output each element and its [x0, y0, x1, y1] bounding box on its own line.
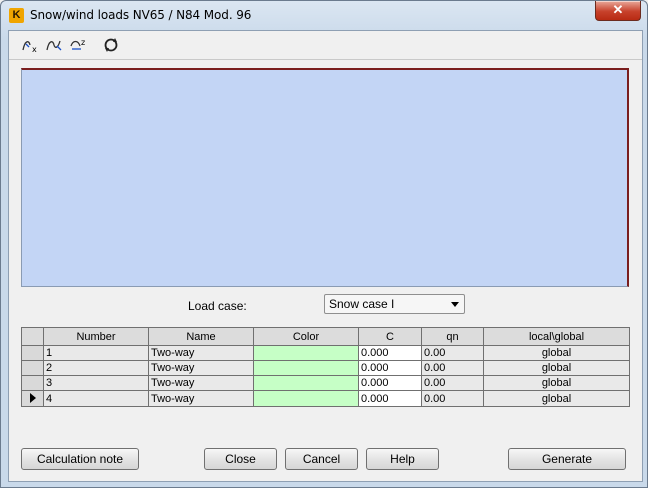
cell-color[interactable] — [253, 375, 359, 391]
svg-text:z: z — [81, 38, 85, 47]
cell-color[interactable] — [253, 360, 359, 376]
dialog-client: x z Load case: Snow case I Number Name C… — [8, 30, 643, 482]
header-c[interactable]: C — [358, 327, 422, 346]
svg-text:x: x — [32, 45, 37, 54]
current-row-arrow-icon — [30, 393, 36, 403]
refresh-icon[interactable] — [101, 36, 121, 54]
param-x-icon[interactable]: x — [21, 36, 41, 54]
loads-table: Number Name Color C qn local\global 1 Tw… — [21, 327, 630, 407]
cell-c[interactable]: 0.000 — [358, 360, 422, 376]
chevron-down-icon — [451, 302, 459, 307]
cell-number[interactable]: 2 — [43, 360, 149, 376]
load-case-dropdown[interactable]: Snow case I — [324, 294, 465, 314]
zoom-z-icon[interactable]: z — [69, 36, 89, 54]
table-header-row: Number Name Color C qn local\global — [21, 327, 630, 346]
table-row[interactable]: 3 Two-way 0.000 0.00 global — [21, 375, 630, 391]
header-qn[interactable]: qn — [421, 327, 484, 346]
table-row[interactable]: 1 Two-way 0.000 0.00 global — [21, 345, 630, 361]
generate-button[interactable]: Generate — [508, 448, 626, 470]
cell-name[interactable]: Two-way — [148, 375, 254, 391]
cell-c[interactable]: 0.000 — [358, 390, 422, 407]
cell-qn[interactable]: 0.00 — [421, 390, 484, 407]
app-logo-icon: K — [9, 8, 24, 23]
header-local-global[interactable]: local\global — [483, 327, 630, 346]
cell-name[interactable]: Two-way — [148, 390, 254, 407]
cell-qn[interactable]: 0.00 — [421, 345, 484, 361]
row-selector[interactable] — [21, 375, 44, 391]
row-selector[interactable] — [21, 390, 44, 407]
cell-number[interactable]: 4 — [43, 390, 149, 407]
window-title: Snow/wind loads NV65 / N84 Mod. 96 — [30, 8, 252, 22]
row-selector-header — [21, 327, 44, 346]
cell-color[interactable] — [253, 390, 359, 407]
table-row[interactable]: 2 Two-way 0.000 0.00 global — [21, 360, 630, 376]
load-case-value: Snow case I — [329, 297, 395, 311]
cell-name[interactable]: Two-way — [148, 360, 254, 376]
calculation-note-button[interactable]: Calculation note — [21, 448, 139, 470]
cell-local-global[interactable]: global — [483, 390, 630, 407]
cell-c[interactable]: 0.000 — [358, 375, 422, 391]
cell-c[interactable]: 0.000 — [358, 345, 422, 361]
load-case-label: Load case: — [188, 299, 247, 313]
cell-local-global[interactable]: global — [483, 360, 630, 376]
close-button[interactable]: Close — [204, 448, 277, 470]
cell-local-global[interactable]: global — [483, 375, 630, 391]
help-button[interactable]: Help — [366, 448, 439, 470]
row-selector[interactable] — [21, 360, 44, 376]
load-preview-canvas[interactable] — [21, 68, 629, 287]
cell-number[interactable]: 1 — [43, 345, 149, 361]
curve-edit-icon[interactable] — [45, 36, 65, 54]
cell-local-global[interactable]: global — [483, 345, 630, 361]
dialog-window: K Snow/wind loads NV65 / N84 Mod. 96 ✕ x… — [0, 0, 648, 488]
cell-color[interactable] — [253, 345, 359, 361]
header-name[interactable]: Name — [148, 327, 254, 346]
row-selector[interactable] — [21, 345, 44, 361]
cancel-button[interactable]: Cancel — [285, 448, 358, 470]
header-color[interactable]: Color — [253, 327, 359, 346]
cell-name[interactable]: Two-way — [148, 345, 254, 361]
cell-qn[interactable]: 0.00 — [421, 360, 484, 376]
cell-qn[interactable]: 0.00 — [421, 375, 484, 391]
close-window-button[interactable]: ✕ — [595, 1, 641, 21]
title-bar[interactable]: K Snow/wind loads NV65 / N84 Mod. 96 ✕ — [1, 1, 647, 30]
table-row[interactable]: 4 Two-way 0.000 0.00 global — [21, 390, 630, 407]
toolbar: x z — [9, 31, 642, 60]
cell-number[interactable]: 3 — [43, 375, 149, 391]
header-number[interactable]: Number — [43, 327, 149, 346]
